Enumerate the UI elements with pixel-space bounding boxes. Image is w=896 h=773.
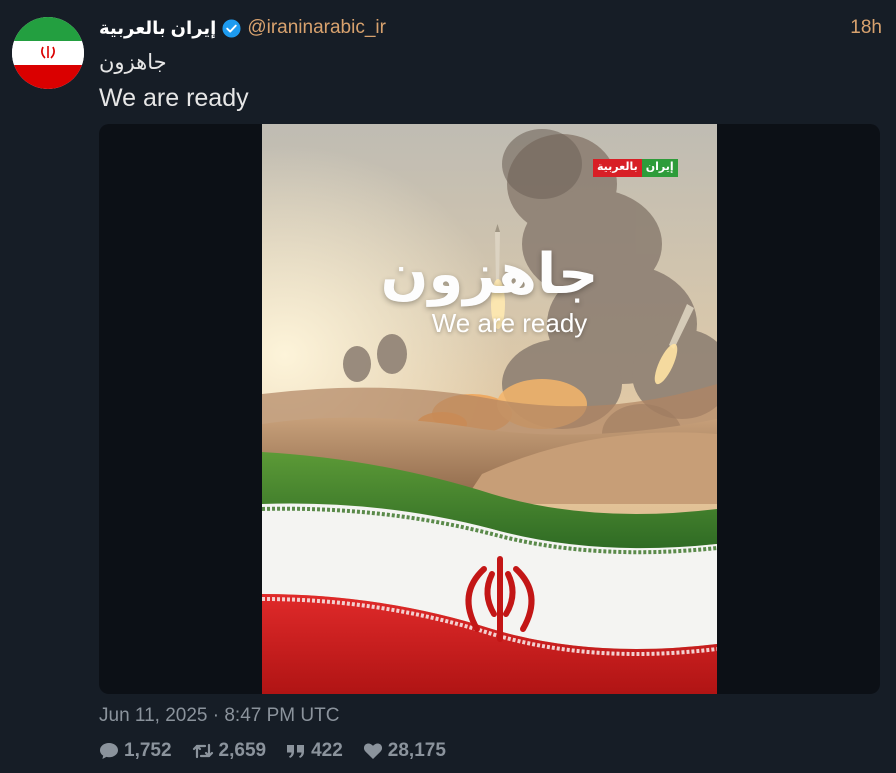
reply-count: 1,752 [124,740,172,761]
poster-illustration [262,124,717,694]
tweet-date[interactable]: Jun 11, 2025 · 8:47 PM UTC [99,705,339,727]
poster-title-english: We are ready [431,308,588,338]
tweet-text-english: We are ready [99,84,249,112]
comment-icon [100,743,118,759]
quote-count: 422 [311,740,343,761]
heart-icon [363,743,382,759]
like-count: 28,175 [387,740,446,761]
tweet-time[interactable]: 18h [850,17,882,39]
reply-stat[interactable]: 1,752 [99,740,172,762]
like-stat[interactable]: 28,175 [363,740,446,762]
poster-title-arabic: جاهزون [380,242,599,307]
logo-green-part: إيران [641,159,678,177]
verified-badge-icon [222,18,241,38]
tweet-header: إيران بالعربية @iraninarabic_ir 18h [99,14,882,42]
channel-logo: بالعربية إيران [593,159,678,177]
quote-icon [287,745,305,758]
logo-red-part: بالعربية [593,159,642,177]
avatar[interactable] [12,17,84,89]
retweet-count: 2,659 [218,740,267,761]
user-handle[interactable]: @iraninarabic_ir [247,17,386,39]
quote-stat[interactable]: 422 [286,740,343,762]
poster-image[interactable]: جاهزون We are ready بالعربية إيران [262,124,717,694]
tweet-text-arabic: جاهزون [99,50,167,74]
retweet-icon [192,743,213,759]
tweet-media[interactable]: جاهزون We are ready بالعربية إيران [99,124,880,694]
retweet-stat[interactable]: 2,659 [192,740,267,762]
iran-flag-avatar-icon [12,17,84,89]
display-name[interactable]: إيران بالعربية [99,18,216,39]
tweet-stats: 1,752 2,659 422 28,175 [99,740,466,762]
